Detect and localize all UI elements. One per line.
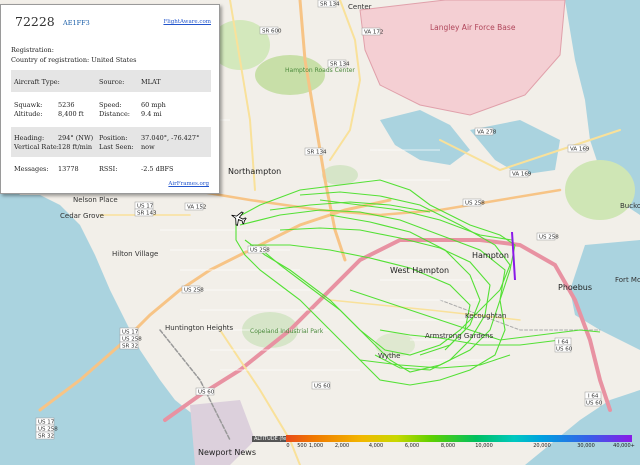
map-label-nelson-place: Nelson Place (73, 196, 118, 204)
legend-tick: 40,000+ (613, 443, 635, 449)
heading-row: Heading: 294° (NW) Position: 37.040°, -7… (11, 127, 211, 157)
source-label: Source: (99, 78, 125, 86)
legend-tick: 20,000 (533, 443, 551, 449)
messages-value: 13778 (58, 165, 79, 173)
shield-va152: VA 152 (187, 205, 206, 211)
vertical-rate-label: Vertical Rate: (14, 143, 59, 151)
shield-va169: VA 169 (570, 147, 590, 153)
shield-sr600: SR 600 (262, 29, 282, 35)
shield-i64-b: I 64 (588, 394, 599, 400)
country-row: Country of registration: United States (11, 56, 136, 64)
last-seen-value: now (141, 143, 155, 151)
map-label-center: Center (348, 3, 372, 11)
map-label-northampton: Northampton (228, 167, 281, 176)
legend-color-bar (286, 435, 632, 442)
shield-us60-d: US 60 (198, 390, 215, 396)
altitude-legend: ALTITUDE (feet) 0 500 1,000 2,000 4,000 … (252, 435, 638, 465)
shield-va278: VA 278 (477, 130, 497, 136)
heading-label: Heading: (14, 134, 45, 142)
legend-tick: 4,000 (368, 443, 384, 449)
speed-label: Speed: (99, 101, 122, 109)
airframes-link[interactable]: AirFrames.org (168, 181, 209, 187)
rssi-value: -2.5 dBFS (141, 165, 174, 173)
aircraft-info-panel: 72228 AE1FF3 FlightAware.com Registratio… (0, 4, 220, 194)
map-label-langley-1: Langley Air Force Base (430, 23, 516, 32)
map-label-hilton-village: Hilton Village (112, 250, 158, 258)
shield-sr134-c: SR 134 (307, 150, 327, 156)
shield-sr32-b: SR 32 (38, 434, 54, 440)
messages-row: Messages: 13778 RSSI: -2.5 dBFS (11, 160, 211, 176)
shield-us17-c: US 17 (38, 420, 55, 426)
squawk-label: Squawk: (14, 101, 43, 109)
map-label-huntington: Huntington Heights (165, 324, 234, 332)
aircraft-type-label: Aircraft Type: (14, 78, 60, 86)
rssi-label: RSSI: (99, 165, 118, 173)
shield-us258-b: US 258 (465, 201, 485, 207)
distance-value: 9.4 mi (141, 110, 162, 118)
shield-us258: US 258 (250, 248, 270, 254)
map-label-west-hampton: West Hampton (390, 266, 449, 275)
squawk-row: Squawk: 5236 Speed: 60 mph Altitude: 8,4… (11, 95, 211, 125)
shield-us258-f: US 258 (184, 288, 204, 294)
shield-sr134: SR 134 (320, 2, 340, 8)
legend-tick: 2,000 (334, 443, 350, 449)
altitude-value: 8,400 ft (58, 110, 84, 118)
map-label-armstrong: Armstrong Gardens (425, 332, 494, 340)
legend-tick: 30,000 (577, 443, 595, 449)
map-label-wythe: Wythe (378, 352, 400, 360)
shield-va172: VA 172 (364, 30, 383, 36)
distance-label: Distance: (99, 110, 130, 118)
legend-tick: 6,000 (404, 443, 420, 449)
speed-value: 60 mph (141, 101, 166, 109)
map-label-cedar-grove: Cedar Grove (60, 212, 104, 220)
source-value: MLAT (141, 78, 161, 86)
shield-i64: I 64 (558, 340, 569, 346)
type-row: Aircraft Type: Source: MLAT (11, 70, 211, 92)
panel-header: 72228 AE1FF3 FlightAware.com (1, 5, 219, 29)
shield-us258-c: US 258 (539, 235, 559, 241)
messages-label: Messages: (14, 165, 49, 173)
legend-tick: 10,000 (475, 443, 493, 449)
heading-value: 294° (NW) (58, 134, 94, 142)
registration-label: Registration: (11, 46, 54, 54)
vertical-rate-value: 128 ft/min (58, 143, 93, 151)
position-label: Position: (99, 134, 128, 142)
flightaware-link[interactable]: FlightAware.com (163, 19, 211, 25)
map-label-copeland: Copeland Industrial Park (250, 328, 324, 335)
aircraft-icao[interactable]: AE1FF3 (63, 19, 90, 27)
shield-us258-d: US 258 (122, 337, 142, 343)
map-label-hampton: Hampton (472, 251, 509, 260)
altitude-label: Altitude: (14, 110, 43, 118)
shield-va169-b: VA 169 (512, 172, 532, 178)
shield-sr134-b: SR 134 (330, 62, 350, 68)
shield-us60-c: US 60 (314, 384, 331, 390)
shield-us17: US 17 (137, 204, 154, 210)
shield-us258-e: US 258 (38, 427, 58, 433)
legend-tick: 8,000 (440, 443, 456, 449)
map-label-phoebus: Phoebus (558, 283, 592, 292)
squawk-value: 5236 (58, 101, 75, 109)
aircraft-hex: 72228 (15, 14, 55, 29)
legend-tick: 1,000 (308, 443, 324, 449)
map-label-kecoughtan: Kecoughtan (465, 312, 506, 320)
map-label-newport-news: Newport News (198, 448, 256, 457)
aircraft-icon[interactable] (229, 209, 248, 228)
shield-us60-b: US 60 (586, 401, 603, 407)
last-seen-label: Last Seen: (99, 143, 134, 151)
legend-tick: 0 (286, 443, 290, 449)
country-label: Country of registration: (11, 56, 90, 64)
shield-sr32: SR 32 (122, 344, 138, 350)
shield-sr143: SR 143 (137, 211, 157, 217)
country-value: United States (91, 56, 137, 64)
legend-tick: 500 (297, 443, 307, 449)
map-label-bucko: Bucko (620, 202, 640, 210)
position-value: 37.040°, -76.427° (141, 134, 200, 142)
map-label-fort-monroe: Fort Monroe (615, 276, 640, 284)
shield-us60: US 60 (556, 347, 573, 353)
shield-us17-b: US 17 (122, 330, 139, 336)
map-label-hampton-univ: Hampton Roads Center (285, 67, 355, 74)
